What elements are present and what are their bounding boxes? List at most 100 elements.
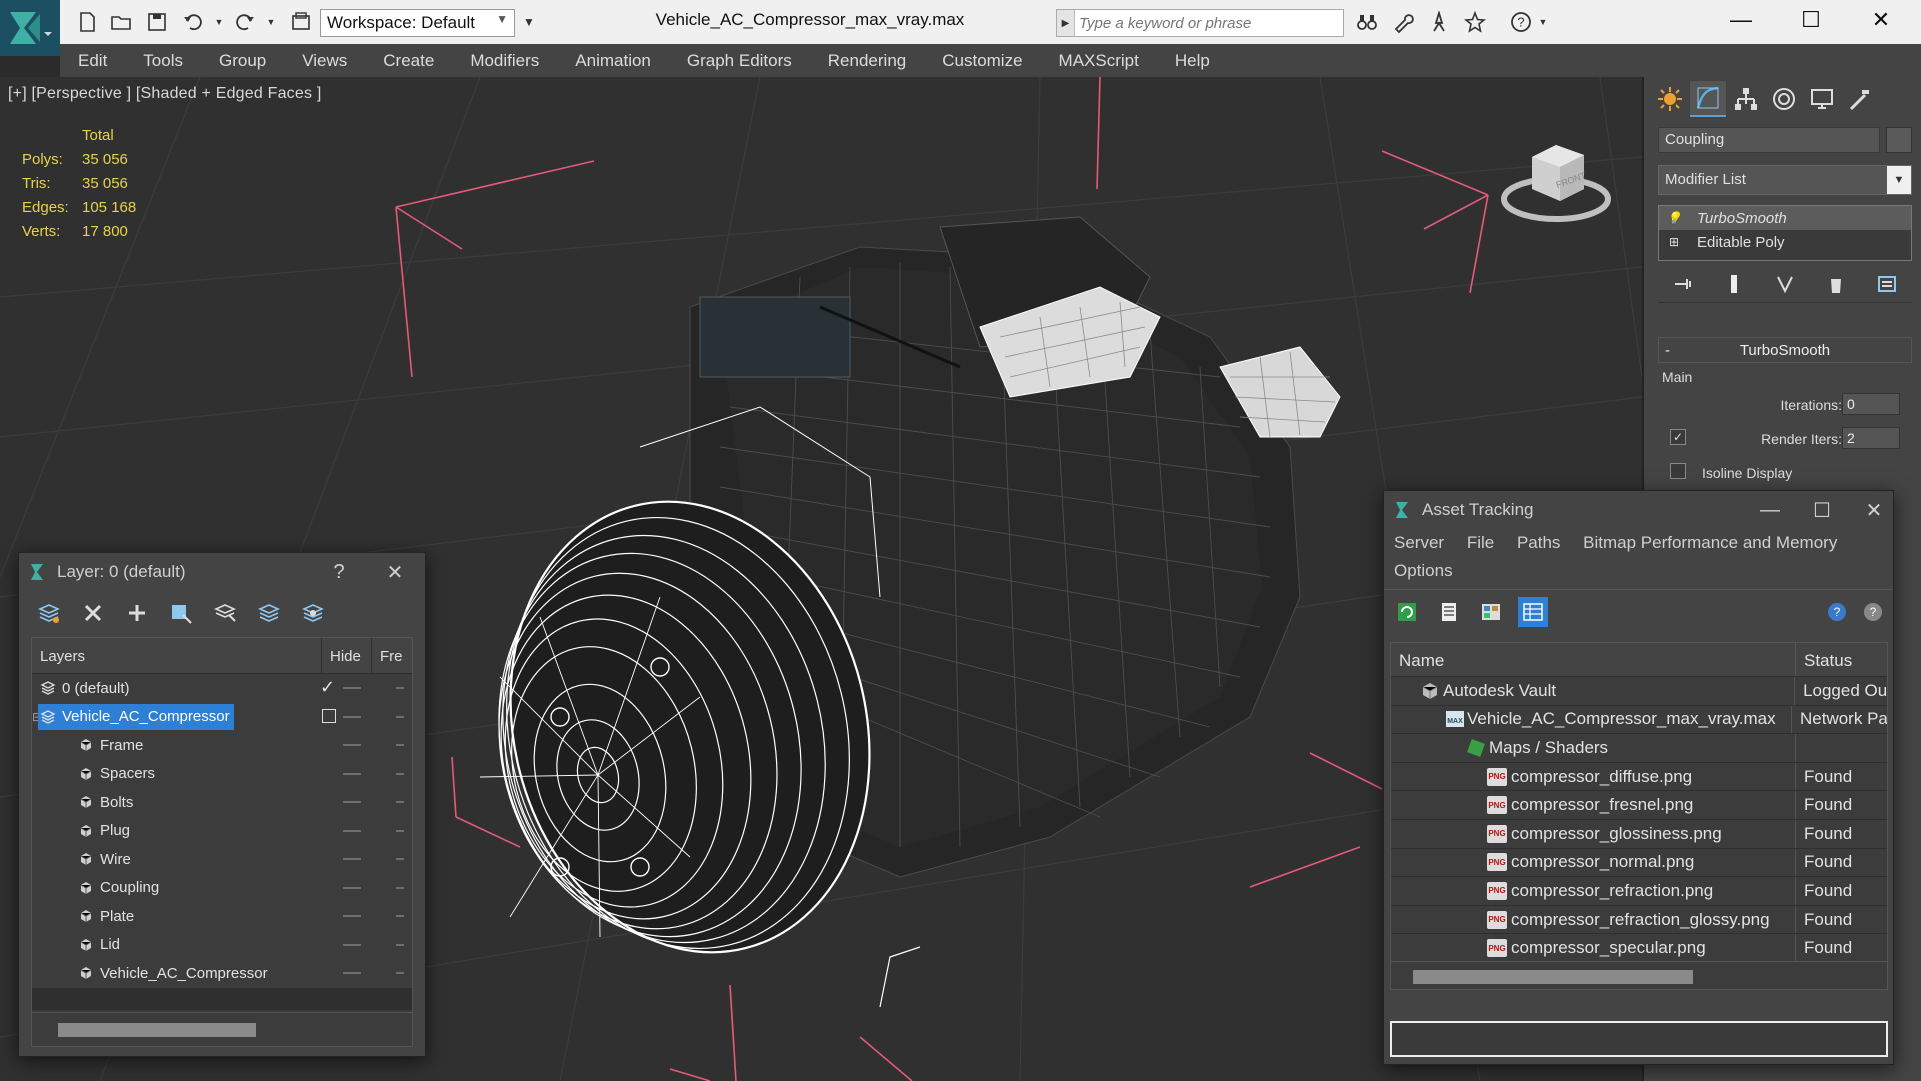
object-name-field[interactable]: Coupling bbox=[1658, 127, 1880, 153]
highlight-layer-icon[interactable] bbox=[211, 599, 239, 627]
menu-views[interactable]: Views bbox=[284, 51, 365, 71]
list-view-icon[interactable] bbox=[1434, 597, 1464, 627]
undo-icon[interactable] bbox=[180, 10, 206, 34]
refresh-icon[interactable] bbox=[1392, 597, 1422, 627]
close-icon[interactable]: ✕ bbox=[1852, 491, 1896, 529]
menu-group[interactable]: Group bbox=[201, 51, 284, 71]
tab-modify[interactable] bbox=[1690, 81, 1726, 117]
render-iters-checkbox[interactable]: ✓ bbox=[1670, 429, 1686, 445]
layer-tree-row[interactable]: 0 (default) ✓ bbox=[32, 674, 412, 703]
asset-table-row[interactable]: PNG compressor_refraction.png Found bbox=[1391, 877, 1887, 906]
hide-toggle[interactable] bbox=[343, 744, 361, 746]
render-iters-spinner[interactable]: 2 bbox=[1842, 427, 1900, 449]
configure-sets-icon[interactable] bbox=[1876, 273, 1898, 299]
layer-tree-row[interactable]: Plate bbox=[32, 902, 412, 931]
workspace-dropdown[interactable]: Workspace: Default ▼ bbox=[320, 9, 515, 37]
layer-tree-row[interactable]: Plug bbox=[32, 817, 412, 846]
hide-toggle[interactable] bbox=[343, 858, 361, 860]
menu-tools[interactable]: Tools bbox=[125, 51, 201, 71]
hide-toggle[interactable] bbox=[343, 829, 361, 832]
scrollbar-thumb[interactable] bbox=[58, 1023, 256, 1037]
column-header-layers[interactable]: Layers bbox=[32, 638, 322, 673]
table-view-icon[interactable] bbox=[1518, 596, 1548, 627]
menu-maxscript[interactable]: MAXScript bbox=[1041, 51, 1157, 71]
new-layer-icon[interactable] bbox=[35, 599, 63, 627]
menu-bitmap-performance[interactable]: Bitmap Performance and Memory bbox=[1583, 533, 1837, 552]
freeze-toggle[interactable] bbox=[396, 943, 404, 946]
help-icon[interactable]: ? bbox=[1858, 597, 1888, 627]
viewport-label[interactable]: [+] [Perspective ] [Shaded + Edged Faces… bbox=[8, 85, 321, 103]
remove-modifier-icon[interactable] bbox=[1825, 273, 1847, 299]
freeze-toggle[interactable] bbox=[396, 744, 404, 746]
stack-item-turbosmooth[interactable]: 💡 TurboSmooth bbox=[1659, 206, 1911, 230]
menu-server[interactable]: Server bbox=[1394, 533, 1444, 552]
close-icon[interactable]: ✕ bbox=[373, 553, 417, 591]
layer-tree-row[interactable]: Spacers bbox=[32, 760, 412, 789]
asset-tracking-titlebar[interactable]: Asset Tracking — ☐ ✕ bbox=[1384, 491, 1893, 529]
new-file-icon[interactable] bbox=[74, 10, 100, 34]
pin-stack-icon[interactable] bbox=[1672, 273, 1694, 299]
search-input[interactable] bbox=[1075, 11, 1343, 35]
stack-item-editable-poly[interactable]: ⊞ Editable Poly bbox=[1659, 230, 1911, 254]
iterations-spinner[interactable]: 0 bbox=[1842, 393, 1900, 415]
freeze-toggle[interactable] bbox=[396, 829, 404, 832]
rollout-header[interactable]: - TurboSmooth bbox=[1658, 337, 1912, 363]
menu-help[interactable]: Help bbox=[1157, 51, 1228, 71]
freeze-toggle[interactable] bbox=[396, 687, 404, 689]
asset-table-row[interactable]: PNG compressor_fresnel.png Found bbox=[1391, 791, 1887, 820]
layer-tree-row[interactable]: Wire bbox=[32, 845, 412, 874]
tab-display[interactable] bbox=[1804, 81, 1840, 117]
hide-toggle[interactable] bbox=[343, 772, 361, 775]
add-to-layer-icon[interactable] bbox=[123, 599, 151, 627]
menu-animation[interactable]: Animation bbox=[557, 51, 669, 71]
hide-toggle[interactable] bbox=[343, 972, 361, 974]
asset-table-row[interactable]: PNG compressor_diffuse.png Found bbox=[1391, 762, 1887, 792]
maximize-icon[interactable]: ☐ bbox=[1800, 491, 1844, 529]
layer-tree-row[interactable]: Lid bbox=[32, 931, 412, 960]
freeze-toggle[interactable] bbox=[396, 886, 404, 889]
favorite-star-icon[interactable] bbox=[1462, 10, 1488, 34]
binoculars-icon[interactable] bbox=[1354, 10, 1380, 34]
column-header-freeze[interactable]: Fre bbox=[372, 638, 412, 673]
layer-tree-row[interactable]: ⊟Vehicle_AC_Compressor bbox=[32, 703, 412, 732]
menu-create[interactable]: Create bbox=[365, 51, 452, 71]
menu-edit[interactable]: Edit bbox=[60, 51, 125, 71]
workspace-menu-icon[interactable]: ▼ bbox=[520, 10, 538, 34]
layer-tree-row[interactable]: Vehicle_AC_Compressor bbox=[32, 959, 412, 988]
asset-table-row[interactable]: Autodesk Vault Logged Ou bbox=[1391, 677, 1887, 706]
asset-table-row[interactable]: PNG compressor_refraction_glossy.png Found bbox=[1391, 905, 1887, 935]
asset-path-field[interactable] bbox=[1390, 1021, 1888, 1057]
asset-table-row[interactable]: PNG compressor_specular.png Found bbox=[1391, 934, 1887, 961]
layer-tree-row[interactable]: Coupling bbox=[32, 874, 412, 903]
modifier-list-dropdown[interactable]: Modifier List ▼ bbox=[1658, 165, 1912, 195]
scrollbar-thumb[interactable] bbox=[1413, 970, 1693, 984]
asset-table-row[interactable]: PNG compressor_glossiness.png Found bbox=[1391, 819, 1887, 849]
wrench-icon[interactable] bbox=[1390, 10, 1416, 34]
set-current-box-icon[interactable] bbox=[322, 708, 336, 723]
freeze-toggle[interactable] bbox=[396, 915, 404, 917]
hide-toggle[interactable] bbox=[343, 801, 361, 803]
layer-properties-icon[interactable] bbox=[299, 599, 327, 627]
delete-layer-icon[interactable] bbox=[79, 599, 107, 627]
hide-toggle[interactable] bbox=[343, 687, 361, 689]
minimize-icon[interactable]: — bbox=[1748, 491, 1792, 529]
column-header-name[interactable]: Name bbox=[1391, 643, 1796, 676]
lightbulb-icon[interactable]: 💡 bbox=[1665, 211, 1683, 225]
hide-toggle[interactable] bbox=[343, 915, 361, 917]
freeze-toggle[interactable] bbox=[396, 801, 404, 803]
layer-tree-row[interactable]: Bolts bbox=[32, 788, 412, 817]
search-expand-icon[interactable]: ▶ bbox=[1057, 10, 1075, 36]
layer-explorer-titlebar[interactable]: Layer: 0 (default) ? ✕ bbox=[19, 553, 425, 591]
undo-dropdown-icon[interactable]: ▼ bbox=[212, 10, 226, 34]
column-header-status[interactable]: Status bbox=[1796, 643, 1852, 676]
menu-graph-editors[interactable]: Graph Editors bbox=[669, 51, 810, 71]
tab-hierarchy[interactable] bbox=[1728, 81, 1764, 117]
select-objects-icon[interactable] bbox=[167, 599, 195, 627]
close-button[interactable]: ✕ bbox=[1846, 0, 1916, 40]
star-search-icon[interactable] bbox=[1426, 10, 1452, 34]
expand-plus-icon[interactable]: ⊞ bbox=[1665, 235, 1683, 249]
asset-table-row[interactable]: PNG compressor_normal.png Found bbox=[1391, 848, 1887, 878]
tab-motion[interactable] bbox=[1766, 81, 1802, 117]
maximize-button[interactable]: ☐ bbox=[1776, 0, 1846, 40]
menu-paths[interactable]: Paths bbox=[1517, 533, 1560, 552]
